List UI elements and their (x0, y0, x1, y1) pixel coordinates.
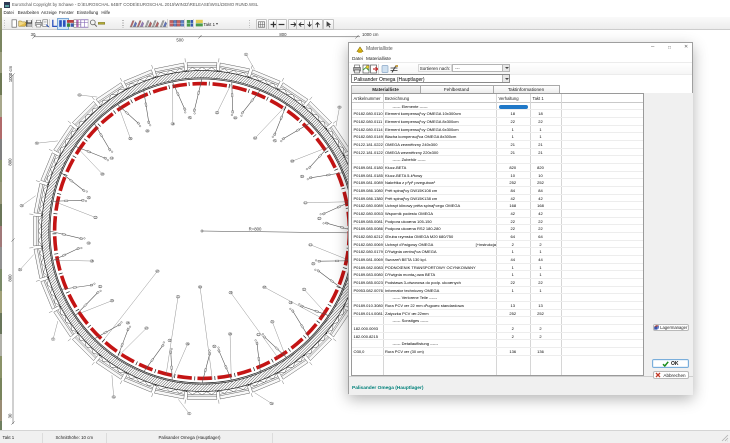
svg-text:800: 800 (279, 32, 287, 37)
svg-text:R=800: R=800 (249, 227, 262, 232)
svg-text:1000 cm: 1000 cm (8, 65, 13, 82)
svg-text:30: 30 (31, 32, 36, 37)
svg-text:800: 800 (8, 158, 13, 166)
svg-text:800: 800 (8, 274, 13, 282)
svg-text:30: 30 (8, 413, 13, 418)
svg-text:500: 500 (176, 38, 184, 43)
svg-text:1000 cm: 1000 cm (362, 32, 379, 37)
